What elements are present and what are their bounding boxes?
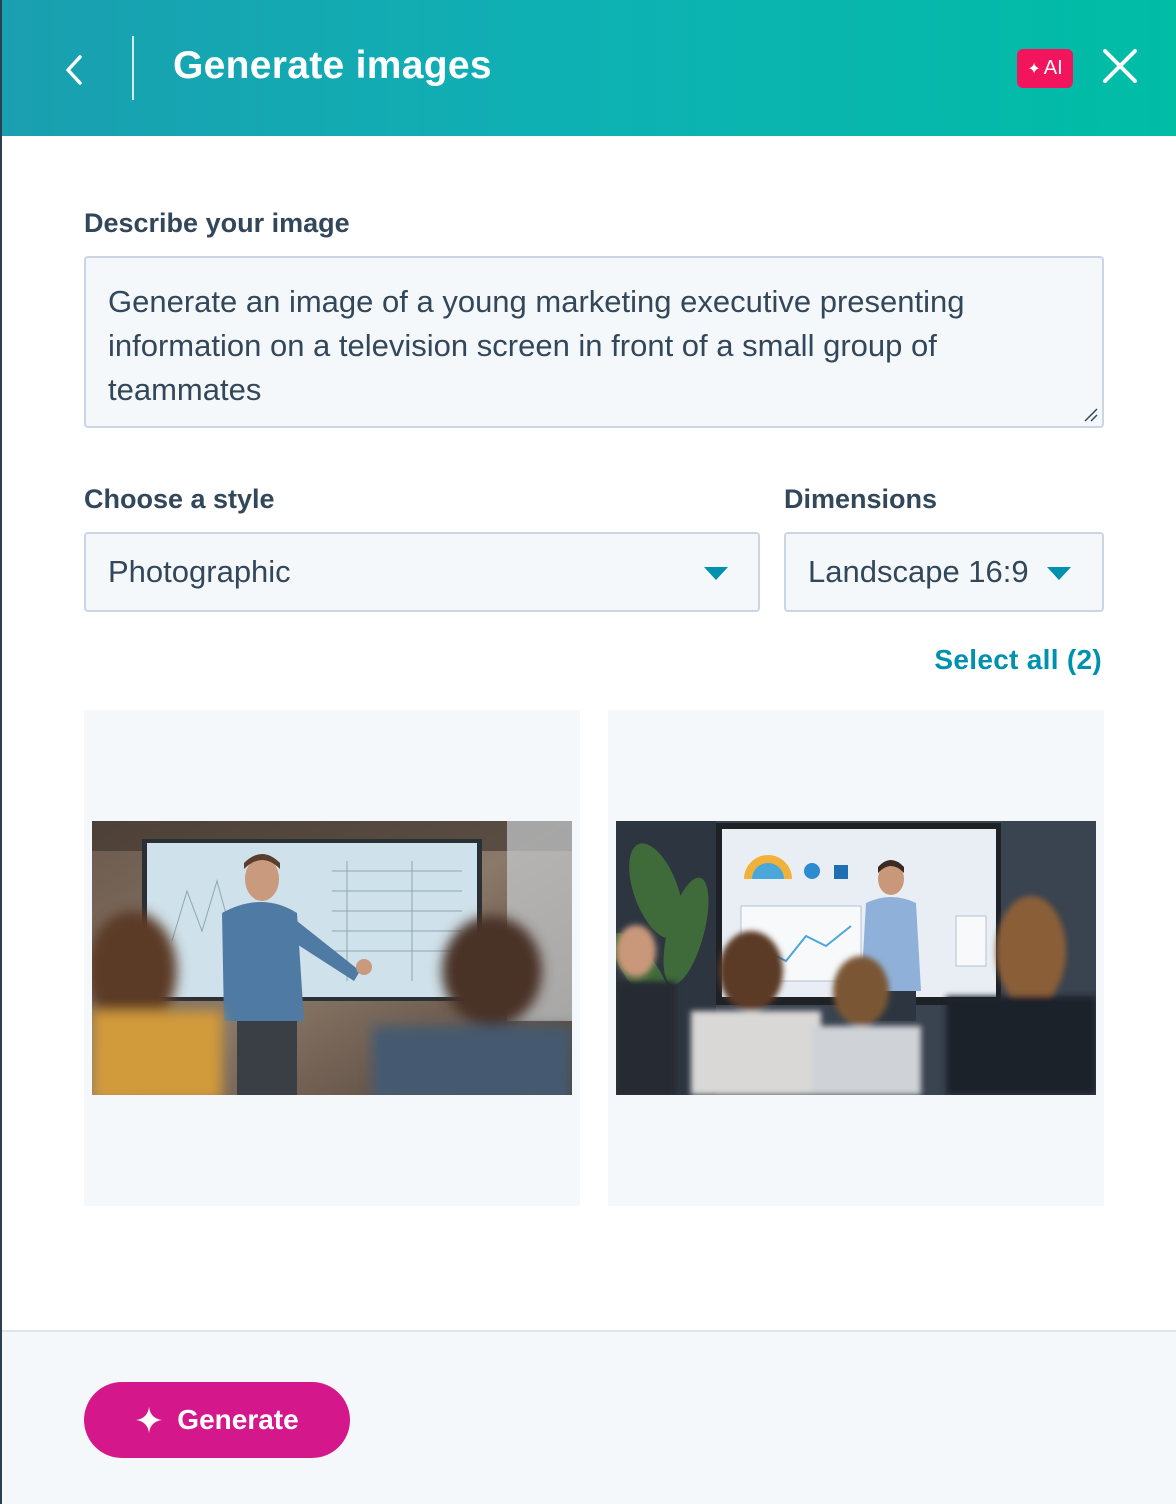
generated-image-2[interactable]	[616, 821, 1096, 1095]
sparkle-icon: ✦	[1027, 60, 1041, 78]
generate-images-panel: Generate images ✦ AI Describe your image…	[0, 0, 1176, 1504]
dimensions-select[interactable]: Landscape 16:9	[784, 532, 1104, 612]
ai-badge: ✦ AI	[1017, 49, 1073, 88]
description-textarea[interactable]: Generate an image of a young marketing e…	[84, 256, 1104, 428]
header-divider	[132, 36, 134, 100]
panel-title: Generate images	[173, 44, 492, 87]
select-all-link[interactable]: Select all (2)	[934, 644, 1102, 676]
resize-grip-icon[interactable]	[1082, 406, 1098, 422]
generated-image-1[interactable]	[92, 821, 572, 1095]
sparkle-icon	[136, 1407, 163, 1433]
image-card-1[interactable]	[84, 710, 580, 1206]
description-label: Describe your image	[84, 208, 350, 238]
dimensions-label: Dimensions	[784, 484, 938, 514]
description-text: Generate an image of a young marketing e…	[108, 284, 965, 407]
ai-badge-label: AI	[1043, 57, 1063, 79]
caret-down-icon	[704, 567, 728, 580]
style-label: Choose a style	[84, 484, 275, 514]
style-select[interactable]: Photographic	[84, 532, 760, 612]
close-icon	[1103, 49, 1137, 83]
close-button[interactable]	[1098, 44, 1142, 88]
panel-footer: Generate	[2, 1330, 1176, 1504]
caret-down-icon	[1047, 567, 1071, 580]
generate-button-label: Generate	[177, 1404, 299, 1435]
style-select-value: Photographic	[108, 554, 291, 589]
panel-header: Generate images ✦ AI	[2, 0, 1176, 136]
dimensions-select-value: Landscape 16:9	[808, 554, 1029, 589]
generate-button[interactable]: Generate	[84, 1382, 350, 1458]
chevron-left-icon	[66, 55, 82, 85]
back-button[interactable]	[50, 44, 98, 96]
image-card-2[interactable]	[608, 710, 1104, 1206]
